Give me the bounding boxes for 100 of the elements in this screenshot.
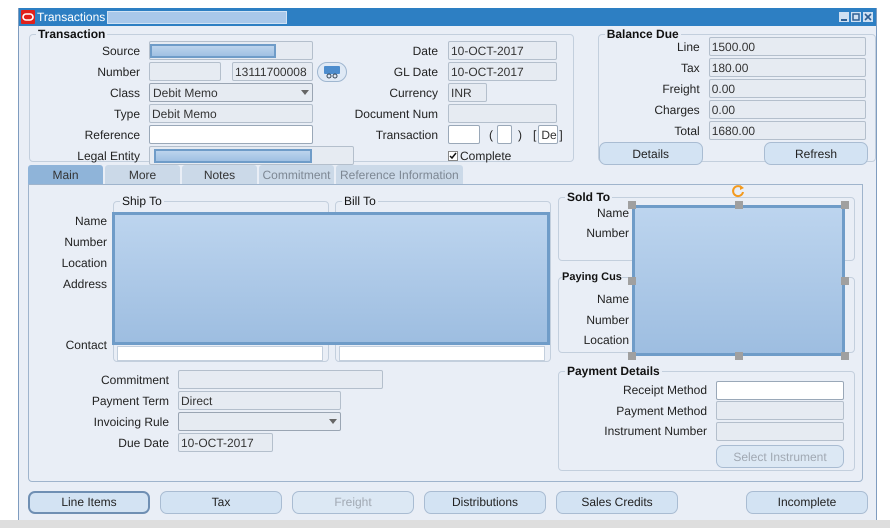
field-label: Number	[585, 312, 629, 329]
caret-icon	[301, 90, 309, 95]
bracket-text: )	[518, 126, 522, 144]
text-field[interactable]	[497, 125, 512, 144]
tab[interactable]: More	[105, 165, 180, 184]
complete-checkbox[interactable]	[448, 150, 458, 160]
group-title: Balance Due	[606, 28, 680, 40]
field-label: Location	[60, 254, 107, 272]
group-title: Payment Details	[566, 365, 661, 377]
field-label: Type	[112, 106, 140, 122]
action-button[interactable]: Refresh	[764, 142, 868, 165]
field-label: Payment Term	[90, 392, 169, 410]
text-field[interactable]	[149, 125, 313, 144]
text-field[interactable]: 1500.00	[708, 37, 866, 56]
action-button[interactable]: Tax	[160, 490, 282, 514]
field-label: Due Date	[117, 434, 169, 452]
field-label: Address	[62, 276, 107, 292]
field-label: Name	[74, 212, 107, 230]
field-label: Name	[596, 291, 629, 308]
resize-handle[interactable]	[628, 276, 636, 284]
bracket-text: (	[489, 126, 493, 144]
text-field[interactable]	[448, 125, 480, 144]
text-field[interactable]	[149, 41, 313, 60]
field-label: Payment Method	[615, 402, 707, 420]
field-label: Number	[96, 64, 140, 80]
resize-handle[interactable]	[628, 352, 636, 360]
bracket-text: ]	[559, 126, 563, 144]
dropdown-field[interactable]: Debit Memo	[149, 83, 313, 102]
text-field[interactable]	[716, 401, 844, 420]
field-label: Date	[412, 42, 438, 60]
field-label: Number	[63, 234, 107, 250]
action-button[interactable]: Line Items	[28, 490, 150, 514]
field-label: Commitment	[100, 372, 169, 388]
logo-icon	[21, 10, 35, 24]
group-title: Paying Cus	[562, 271, 622, 283]
tab[interactable]: Notes	[182, 165, 257, 184]
field-label: Instrument Number	[603, 423, 707, 440]
action-button[interactable]: Sales Credits	[556, 490, 678, 514]
field-label: Source	[100, 42, 140, 60]
close-icon[interactable]	[863, 12, 873, 22]
field-label: Invoicing Rule	[92, 414, 169, 430]
action-button[interactable]: Incomplete	[746, 490, 868, 514]
text-field[interactable]: INR	[448, 83, 487, 102]
text-field[interactable]: 0.00	[708, 79, 866, 98]
resize-handle[interactable]	[841, 352, 849, 360]
field-label: Total	[673, 122, 700, 140]
text-field[interactable]	[448, 104, 557, 123]
text-field[interactable]: 1680.00	[708, 121, 866, 140]
text-field[interactable]: 13111700008	[232, 62, 313, 81]
text-field[interactable]: 10-OCT-2017	[448, 62, 557, 81]
text-field[interactable]: De	[538, 125, 558, 144]
text-field[interactable]	[149, 62, 221, 81]
text-field[interactable]	[149, 146, 354, 165]
text-field[interactable]	[117, 346, 323, 361]
resize-handle[interactable]	[841, 201, 849, 209]
tab[interactable]: Main	[28, 165, 103, 184]
resize-handle[interactable]	[841, 276, 849, 284]
field-label: Contact	[64, 336, 107, 354]
text-field[interactable]: 180.00	[708, 58, 866, 77]
group-title: Ship To	[121, 193, 163, 210]
group-title: Transaction	[37, 28, 106, 40]
field-label: Document Num	[354, 106, 438, 122]
action-button[interactable]: Details	[598, 142, 703, 165]
field-label: Currency	[388, 84, 438, 102]
field-label: GL Date	[392, 64, 438, 80]
field-label: Number	[585, 225, 629, 242]
text-field[interactable]: Debit Memo	[149, 104, 313, 123]
field-label: Freight	[661, 80, 700, 98]
bracket-text: [	[533, 126, 536, 144]
window-title: Transactions	[37, 9, 106, 26]
field-label: Name	[596, 205, 629, 222]
text-field[interactable]	[716, 380, 844, 400]
field-label: Transaction	[374, 126, 438, 144]
minimize-icon[interactable]	[839, 12, 849, 22]
caret-icon	[329, 419, 337, 424]
text-field[interactable]: Direct	[178, 391, 341, 410]
text-field[interactable]: 10-OCT-2017	[178, 433, 273, 452]
field-label: Location	[582, 332, 629, 350]
dropdown-field[interactable]	[178, 412, 341, 431]
checkbox-label: Complete	[460, 148, 512, 164]
group-title: Sold To	[566, 191, 612, 203]
lookup-button[interactable]	[317, 62, 347, 82]
group-title: Bill To	[343, 193, 377, 210]
field-label: Legal Entity	[76, 148, 140, 164]
maximize-icon[interactable]	[851, 12, 861, 22]
text-field[interactable]: 0.00	[708, 100, 866, 119]
text-field[interactable]: 10-OCT-2017	[448, 41, 557, 60]
field-label: Class	[108, 84, 140, 102]
field-label: Line	[676, 38, 700, 56]
action-button[interactable]: Distributions	[424, 490, 546, 514]
resize-handle[interactable]	[734, 352, 742, 360]
field-label: Tax	[680, 60, 700, 76]
text-field[interactable]	[339, 346, 545, 361]
rotate-handle-icon[interactable]	[731, 184, 745, 198]
selected-shape[interactable]	[632, 205, 845, 356]
field-label: Reference	[84, 126, 140, 144]
resize-handle[interactable]	[734, 201, 742, 209]
resize-handle[interactable]	[628, 201, 636, 209]
text-field[interactable]	[716, 422, 844, 441]
text-field[interactable]	[178, 370, 383, 389]
